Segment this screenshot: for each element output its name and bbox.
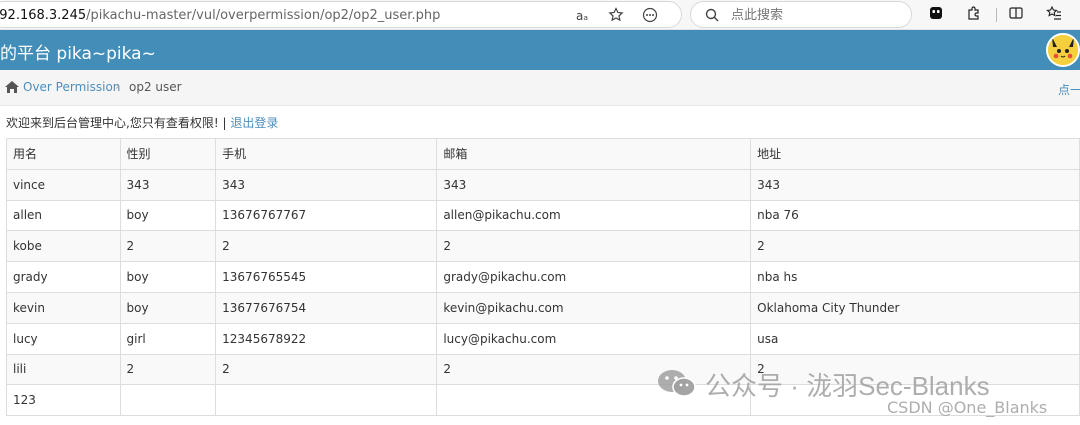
cell-phone — [215, 384, 438, 417]
cell-gender: boy — [119, 199, 217, 232]
welcome-message: 欢迎来到后台管理中心,您只有查看权限! | 退出登录 — [6, 114, 278, 131]
cell-username: allen — [6, 199, 121, 232]
search-box[interactable] — [690, 1, 912, 28]
url-text[interactable]: 192.168.3.245/pikachu-master/vul/overper… — [0, 8, 440, 23]
site-title: 的平台 pika~pika~ — [0, 44, 156, 64]
cell-gender: 343 — [119, 168, 217, 201]
cell-phone: 13676765545 — [215, 261, 438, 293]
url-host: 192.168.3.245 — [0, 8, 87, 23]
cell-username: kevin — [6, 291, 121, 324]
cell-gender: 2 — [119, 353, 217, 386]
favorites-list-icon[interactable] — [1044, 5, 1064, 25]
browser-toolbar: 192.168.3.245/pikachu-master/vul/overper… — [0, 0, 1080, 30]
cell-address: usa — [750, 322, 1080, 355]
cell-gender: girl — [119, 322, 217, 355]
cell-username: lili — [6, 353, 121, 386]
cell-gender — [119, 384, 217, 417]
cell-email — [436, 384, 752, 417]
breadcrumb-current: op2 user — [129, 80, 182, 94]
home-icon[interactable] — [4, 80, 20, 94]
avatar[interactable] — [1046, 33, 1080, 67]
cell-email: kevin@pikachu.com — [436, 291, 752, 324]
search-icon — [705, 8, 719, 22]
cell-username: vince — [6, 168, 121, 201]
watermark-csdn: CSDN @One_Blanks — [887, 398, 1048, 417]
profile-icon[interactable] — [926, 5, 946, 25]
url-path: /pikachu-master/vul/overpermission/op2/o… — [86, 8, 441, 23]
cell-address: nba 76 — [750, 199, 1080, 232]
column-header-phone: 手机 — [215, 138, 438, 170]
cell-gender: 2 — [119, 230, 217, 263]
cell-address: Oklahoma City Thunder — [750, 291, 1080, 324]
chevron-right-icon: › — [115, 79, 120, 93]
toolbar-separator — [996, 8, 997, 22]
address-bar[interactable]: 192.168.3.245/pikachu-master/vul/overper… — [0, 1, 682, 28]
table-row: allen boy 13676767767 allen@pikachu.com … — [6, 199, 1080, 232]
split-screen-icon[interactable] — [1006, 5, 1026, 25]
column-header-gender: 性别 — [119, 138, 217, 170]
search-input[interactable] — [731, 6, 891, 24]
cell-email: 343 — [436, 168, 752, 201]
breadcrumb-right-link[interactable]: 点一 — [1058, 81, 1080, 98]
cell-email: allen@pikachu.com — [436, 199, 752, 232]
cell-phone: 12345678922 — [215, 322, 438, 355]
cell-address: nba hs — [750, 261, 1080, 293]
cell-address: 343 — [750, 168, 1080, 201]
cell-phone: 13677676754 — [215, 291, 438, 324]
puzzle-icon[interactable] — [964, 5, 984, 25]
site-header: 的平台 pika~pika~ — [0, 30, 1080, 70]
pikachu-avatar-icon — [1048, 35, 1078, 65]
cell-phone: 13676767767 — [215, 199, 438, 232]
cell-username: kobe — [6, 230, 121, 263]
breadcrumb: Over Permission › op2 user 点一 — [0, 70, 1080, 106]
cell-username: grady — [6, 261, 121, 293]
favorite-star-icon[interactable] — [607, 7, 625, 25]
cell-phone: 2 — [215, 353, 438, 386]
table-row: grady boy 13676765545 grady@pikachu.com … — [6, 261, 1080, 293]
table-row: lucy girl 12345678922 lucy@pikachu.com u… — [6, 322, 1080, 355]
extensions-icon[interactable] — [641, 7, 659, 25]
table-header-row: 用名 性别 手机 邮箱 地址 — [6, 138, 1080, 170]
wechat-logo-icon — [658, 370, 696, 397]
cell-gender: boy — [119, 291, 217, 324]
read-aloud-icon[interactable]: aₐ — [573, 7, 591, 25]
cell-username: 123 — [6, 384, 121, 417]
table-row: vince 343 343 343 343 — [6, 168, 1080, 201]
table-row: kobe 2 2 2 2 — [6, 230, 1080, 263]
breadcrumb-link-over-permission[interactable]: Over Permission — [23, 80, 120, 94]
cell-email: 2 — [436, 230, 752, 263]
cell-username: lucy — [6, 322, 121, 355]
cell-phone: 343 — [215, 168, 438, 201]
cell-gender: boy — [119, 261, 217, 293]
welcome-text: 欢迎来到后台管理中心,您只有查看权限! | — [6, 116, 231, 130]
column-header-username: 用名 — [6, 138, 121, 170]
cell-email: grady@pikachu.com — [436, 261, 752, 293]
column-header-address: 地址 — [750, 138, 1080, 170]
column-header-email: 邮箱 — [436, 138, 752, 170]
cell-phone: 2 — [215, 230, 438, 263]
logout-link[interactable]: 退出登录 — [230, 116, 278, 130]
table-row: kevin boy 13677676754 kevin@pikachu.com … — [6, 291, 1080, 324]
cell-address: 2 — [750, 230, 1080, 263]
cell-email: lucy@pikachu.com — [436, 322, 752, 355]
cell-email: 2 — [436, 353, 752, 386]
